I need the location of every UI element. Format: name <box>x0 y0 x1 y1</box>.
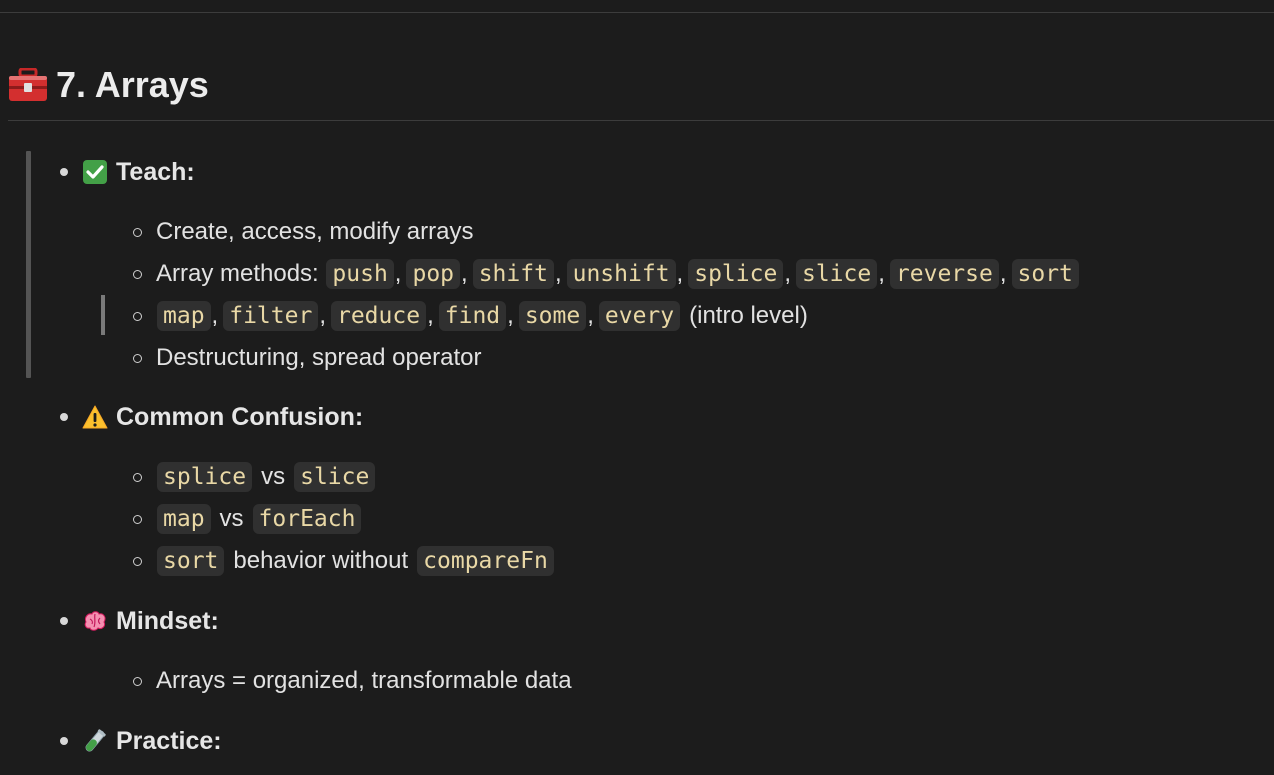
code-splice: splice <box>688 259 784 289</box>
mindset-label: Mindset: <box>116 606 219 635</box>
test-tube-icon <box>85 729 106 752</box>
circle-bullet <box>133 353 142 363</box>
code-reduce: reduce <box>330 301 427 331</box>
circle-bullet <box>133 311 142 321</box>
code-shift: shift <box>472 259 554 289</box>
bullet-practice: Practice: <box>60 720 222 762</box>
top-divider <box>0 12 1274 13</box>
array-methods-prefix: Array methods: <box>156 260 326 287</box>
teach-label: Teach: <box>116 157 195 186</box>
code-map: map <box>157 301 211 331</box>
teach-destructuring-text: Destructuring, spread operator <box>156 344 482 371</box>
code-sort: sort <box>1011 259 1079 289</box>
code-every: every <box>598 301 681 331</box>
circle-bullet <box>133 514 142 524</box>
circle-bullet <box>133 227 142 237</box>
mindset-text: Arrays = organized, transformable data <box>156 667 572 694</box>
section-title: 7. Arrays <box>56 64 209 105</box>
bullet-teach: Teach: <box>60 151 195 193</box>
code-splice: splice <box>157 462 253 492</box>
teach-create-text: Create, access, modify arrays <box>156 218 474 245</box>
list-item: sort behavior without compareFn <box>133 540 555 582</box>
code-pop: pop <box>406 259 461 289</box>
list-item: Destructuring, spread operator <box>133 337 482 379</box>
code-slice: slice <box>294 462 376 492</box>
list-item: Arrays = organized, transformable data <box>133 660 572 702</box>
circle-bullet <box>133 269 142 279</box>
page: 7. Arrays Teach: Create, access, modify … <box>0 0 1274 775</box>
code-filter: filter <box>223 301 319 331</box>
intro-level-text: (intro level) <box>689 302 808 329</box>
code-some: some <box>518 301 587 331</box>
brain-icon <box>84 611 106 631</box>
code-slice: slice <box>795 259 878 289</box>
vs-text: vs <box>219 505 244 532</box>
bullet-dot <box>60 737 68 745</box>
list-item: splice vs slice <box>133 456 376 498</box>
toolbox-icon <box>9 68 47 101</box>
practice-label: Practice: <box>116 726 222 755</box>
list-item: Array methods: push, pop, shift, unshift… <box>133 253 1080 295</box>
code-unshift: unshift <box>566 259 676 289</box>
code-find: find <box>438 301 507 331</box>
line-cursor-marker <box>101 295 105 335</box>
heading-divider <box>8 120 1274 121</box>
bullet-dot <box>60 413 68 421</box>
confusion-label: Common Confusion: <box>116 402 364 431</box>
circle-bullet <box>133 676 142 686</box>
circle-bullet <box>133 472 142 482</box>
bullet-dot <box>60 168 68 176</box>
behavior-without-text: behavior without <box>233 547 409 574</box>
list-item: map, filter, reduce, find, some, every (… <box>133 295 816 337</box>
check-box-icon <box>83 160 107 184</box>
code-sort: sort <box>157 546 225 576</box>
bullet-mindset: Mindset: <box>60 600 219 642</box>
bullet-dot <box>60 617 68 625</box>
list-item: map vs forEach <box>133 498 362 540</box>
code-map: map <box>157 504 211 534</box>
code-push: push <box>326 259 394 289</box>
list-item: Create, access, modify arrays <box>133 211 473 253</box>
code-foreach: forEach <box>252 504 362 534</box>
block-quote-bar <box>26 151 31 378</box>
code-comparefn: compareFn <box>417 546 554 576</box>
bullet-common-confusion: Common Confusion: <box>60 396 363 438</box>
circle-bullet <box>133 556 142 566</box>
vs-text: vs <box>261 463 286 490</box>
code-reverse: reverse <box>889 259 999 289</box>
section-heading: 7. Arrays <box>8 60 209 110</box>
warning-icon <box>82 405 108 429</box>
